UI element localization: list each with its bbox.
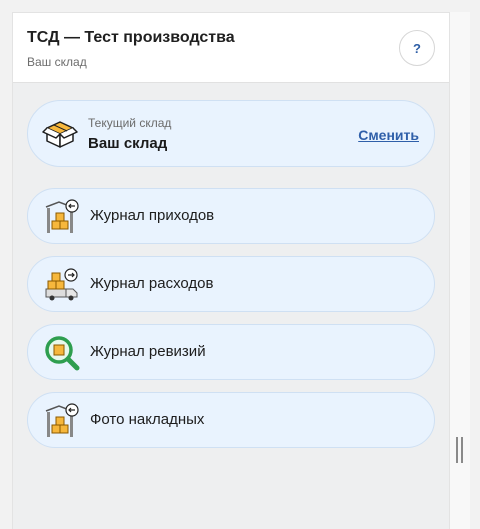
warehouse-name: Ваш склад (88, 135, 168, 152)
warehouse-label: Текущий склад (88, 116, 172, 130)
warehouse-incoming-icon (44, 199, 80, 235)
page-title: ТСД — Тест производства (27, 29, 235, 46)
menu-item-label: Фото накладных (90, 411, 205, 428)
box-open-icon (42, 116, 78, 152)
app-viewport: ТСД — Тест производства Ваш склад ? Теку… (0, 0, 480, 529)
menu-item-label: Журнал приходов (90, 207, 215, 224)
warehouse-photo-icon (44, 403, 80, 439)
menu-item-incoming[interactable]: Журнал приходов (27, 188, 435, 244)
menu-item-revisions[interactable]: Журнал ревизий (27, 324, 435, 380)
truck-outgoing-icon (44, 267, 80, 303)
magnifier-box-icon (44, 335, 80, 371)
help-button[interactable]: ? (399, 30, 435, 66)
current-warehouse-card: Текущий склад Ваш склад Сменить (27, 100, 435, 167)
menu-item-label: Журнал расходов (90, 275, 214, 292)
menu-item-invoice-photos[interactable]: Фото накладных (27, 392, 435, 448)
header: ТСД — Тест производства Ваш склад ? (13, 13, 449, 83)
menu-item-label: Журнал ревизий (90, 343, 206, 360)
resize-handle[interactable] (456, 437, 464, 463)
main-panel: ТСД — Тест производства Ваш склад ? Теку… (12, 12, 450, 529)
change-warehouse-link[interactable]: Сменить (358, 127, 419, 143)
menu-item-outgoing[interactable]: Журнал расходов (27, 256, 435, 312)
page-subtitle: Ваш склад (27, 55, 87, 69)
